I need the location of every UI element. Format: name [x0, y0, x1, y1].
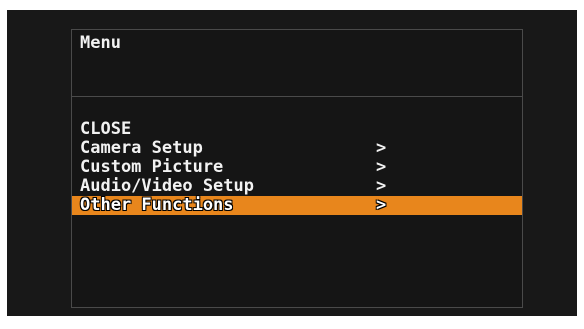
menu-item-label: Custom Picture — [80, 157, 224, 177]
menu-item-audio-video-setup[interactable]: Audio/Video Setup > — [72, 177, 522, 196]
camera-lcd-screen: Menu CLOSE Camera Setup > Custom Picture… — [7, 10, 577, 316]
chevron-right-icon: > — [376, 157, 387, 177]
menu-item-camera-setup[interactable]: Camera Setup > — [72, 139, 522, 158]
menu-panel: Menu CLOSE Camera Setup > Custom Picture… — [71, 29, 523, 308]
chevron-right-icon: > — [376, 176, 387, 196]
chevron-right-icon: > — [376, 138, 387, 158]
menu-item-label: CLOSE — [80, 119, 132, 139]
menu-item-other-functions[interactable]: Other Functions > — [72, 196, 522, 215]
chevron-right-icon: > — [376, 195, 387, 215]
menu-item-label: Other Functions — [80, 195, 234, 215]
menu-header: Menu — [72, 30, 522, 97]
menu-title: Menu — [80, 33, 121, 53]
menu-item-label: Audio/Video Setup — [80, 176, 254, 196]
menu-item-close[interactable]: CLOSE — [72, 120, 522, 139]
menu-item-custom-picture[interactable]: Custom Picture > — [72, 158, 522, 177]
menu-item-label: Camera Setup — [80, 138, 203, 158]
menu-list: CLOSE Camera Setup > Custom Picture > Au… — [72, 120, 522, 215]
